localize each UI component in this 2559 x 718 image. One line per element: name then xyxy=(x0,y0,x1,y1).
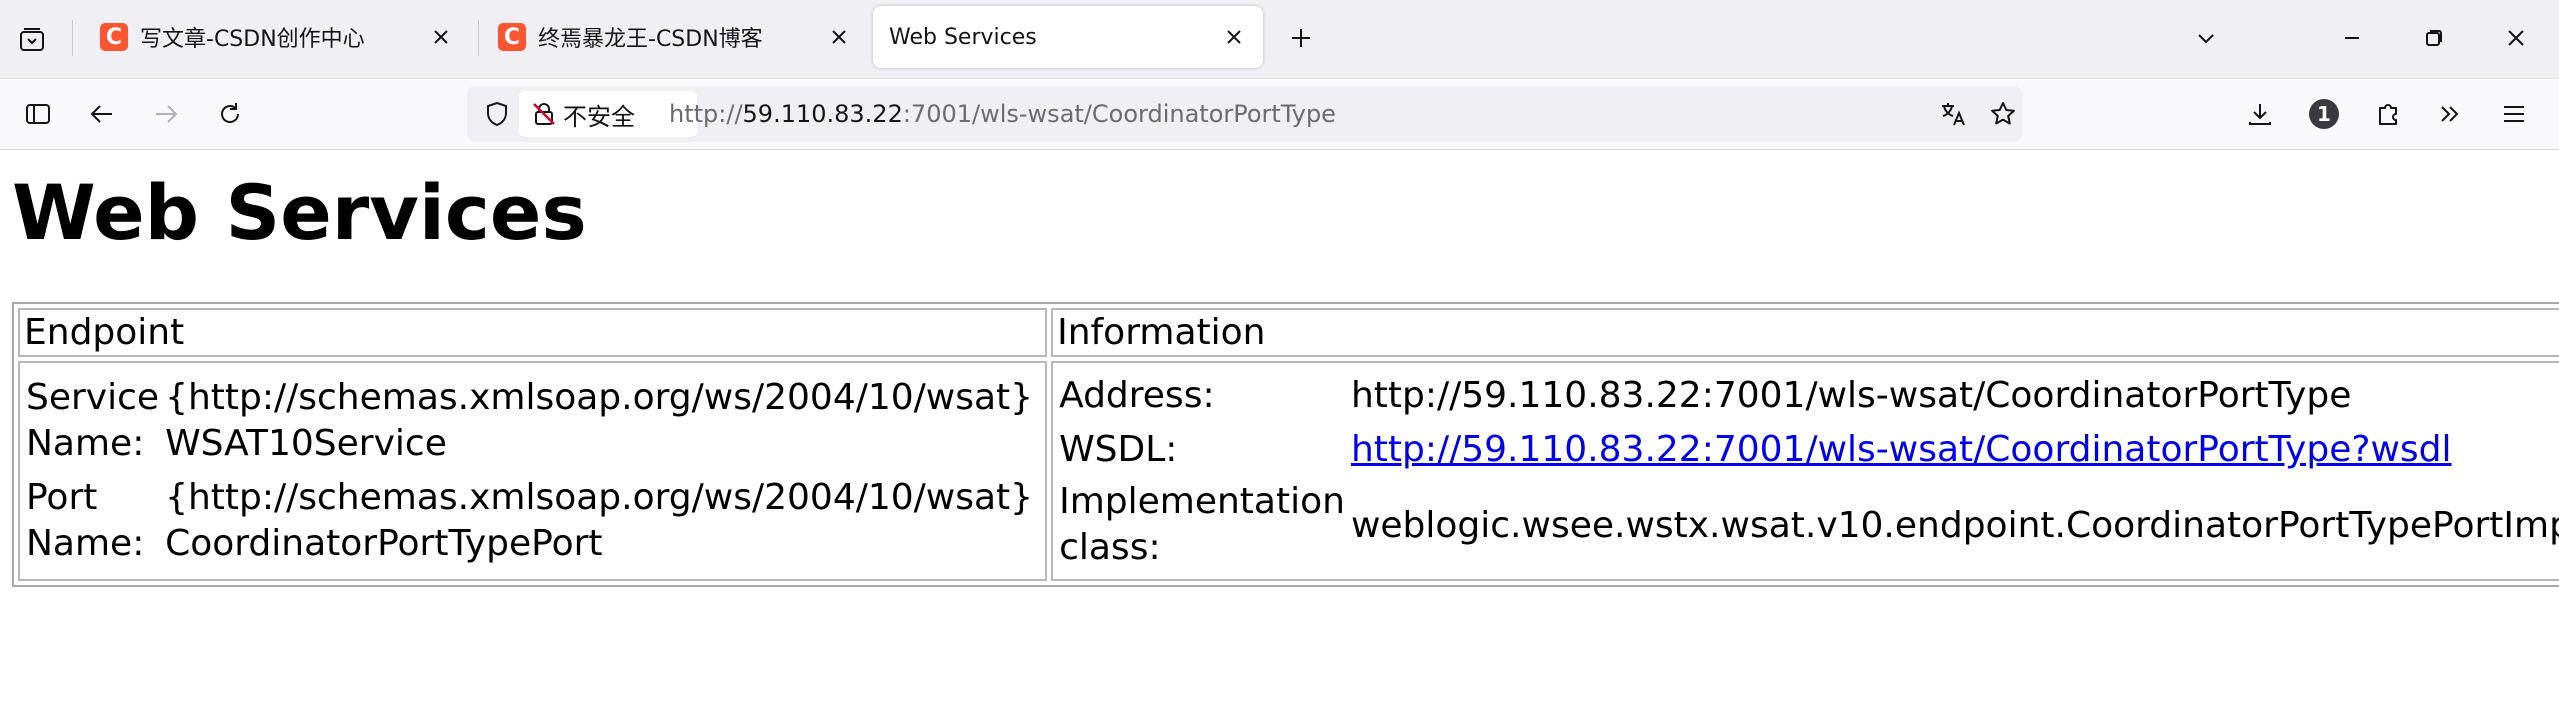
close-tab-icon[interactable] xyxy=(426,22,456,52)
tab-csdn-blog[interactable]: C 终焉暴龙王-CSDN博客 xyxy=(478,6,868,68)
port-name-value: {http://schemas.xmlsoap.org/ws/2004/10/w… xyxy=(165,469,1039,569)
tab-strip: C 写文章-CSDN创作中心 C 终焉暴龙王-CSDN博客 Web Servic… xyxy=(0,0,2559,79)
web-services-table: Endpoint Information Service Name: {http… xyxy=(12,302,2559,587)
information-details: Address: http://59.110.83.22:7001/wls-ws… xyxy=(1059,369,2559,573)
page-title: Web Services xyxy=(12,168,587,257)
overflow-chevron-icon[interactable] xyxy=(2430,94,2470,134)
sidebar-toggle-icon[interactable] xyxy=(18,94,58,134)
url-path: :7001/wls-wsat/CoordinatorPortType xyxy=(902,100,1336,128)
port-name-row: Port Name: {http://schemas.xmlsoap.org/w… xyxy=(26,469,1039,569)
forward-icon[interactable] xyxy=(146,94,186,134)
restore-icon[interactable] xyxy=(2414,18,2454,58)
close-window-icon[interactable] xyxy=(2496,18,2536,58)
label-line: class: xyxy=(1059,527,1161,568)
password-manager-extension-icon[interactable]: 1 xyxy=(2304,94,2344,134)
hamburger-menu-icon[interactable] xyxy=(2494,94,2534,134)
address-bar[interactable]: 不安全 http://59.110.83.22:7001/wls-wsat/Co… xyxy=(467,86,2022,142)
url-scheme: http:// xyxy=(669,100,743,128)
implementation-label: Implementation class: xyxy=(1059,477,1351,573)
service-name-row: Service Name: {http://schemas.xmlsoap.or… xyxy=(26,373,1039,469)
navigation-toolbar: 不安全 http://59.110.83.22:7001/wls-wsat/Co… xyxy=(0,79,2559,150)
close-tab-icon[interactable] xyxy=(824,22,854,52)
csdn-favicon-icon: C xyxy=(498,23,526,51)
url-host: 59.110.83.22 xyxy=(742,100,903,128)
back-icon[interactable] xyxy=(82,94,122,134)
tab-web-services[interactable]: Web Services xyxy=(873,6,1263,68)
service-local-name: WSAT10Service xyxy=(165,423,447,464)
label-line: Service xyxy=(26,377,160,418)
label-line: Name: xyxy=(26,423,145,464)
label-line: Implementation xyxy=(1059,481,1345,522)
port-local-name: CoordinatorPortTypePort xyxy=(165,523,603,564)
column-header-endpoint: Endpoint xyxy=(18,308,1048,357)
tab-title: Web Services xyxy=(889,24,1037,50)
port-name-label: Port Name: xyxy=(26,469,165,569)
wsdl-label: WSDL: xyxy=(1059,429,1178,470)
label-line: Name: xyxy=(26,523,145,564)
insecure-label: 不安全 xyxy=(563,102,635,131)
close-tab-icon[interactable] xyxy=(1219,22,1249,52)
column-header-information: Information xyxy=(1051,308,2559,357)
csdn-favicon-icon: C xyxy=(100,23,128,51)
wsdl-row: WSDL: http://59.110.83.22:7001/wls-wsat/… xyxy=(1059,423,2559,477)
endpoint-details: Service Name: {http://schemas.xmlsoap.or… xyxy=(26,373,1039,569)
table-header-row: Endpoint Information xyxy=(18,308,2559,357)
service-namespace: {http://schemas.xmlsoap.org/ws/2004/10/w… xyxy=(165,377,1034,418)
port-namespace: {http://schemas.xmlsoap.org/ws/2004/10/w… xyxy=(165,477,1034,518)
tab-title: 写文章-CSDN创作中心 xyxy=(140,27,365,52)
information-cell: Address: http://59.110.83.22:7001/wls-ws… xyxy=(1051,361,2559,581)
reload-icon[interactable] xyxy=(210,94,250,134)
page-content: Web Services Endpoint Information Servic… xyxy=(0,150,2559,718)
wsdl-link[interactable]: http://59.110.83.22:7001/wls-wsat/Coordi… xyxy=(1351,429,2452,470)
downloads-icon[interactable] xyxy=(2240,94,2280,134)
minimize-icon[interactable] xyxy=(2332,18,2372,58)
service-name-value: {http://schemas.xmlsoap.org/ws/2004/10/w… xyxy=(165,373,1039,469)
list-all-tabs-icon[interactable] xyxy=(2186,18,2226,58)
address-value: http://59.110.83.22:7001/wls-wsat/Coordi… xyxy=(1350,375,2352,416)
extension-badge: 1 xyxy=(2309,99,2339,129)
new-tab-button[interactable] xyxy=(1283,20,1319,56)
label-line: Port xyxy=(26,477,98,518)
translate-icon[interactable] xyxy=(1935,96,1971,132)
service-name-label: Service Name: xyxy=(26,373,165,469)
implementation-row: Implementation class: weblogic.wsee.wstx… xyxy=(1059,477,2559,573)
bookmark-star-icon[interactable] xyxy=(1985,96,2021,132)
tab-title: 终焉暴龙王-CSDN博客 xyxy=(538,27,763,52)
insecure-lock-icon xyxy=(531,101,557,127)
table-row: Service Name: {http://schemas.xmlsoap.or… xyxy=(18,361,2559,581)
address-label: Address: xyxy=(1059,375,1215,416)
address-row: Address: http://59.110.83.22:7001/wls-ws… xyxy=(1059,369,2559,423)
tab-csdn-editor[interactable]: C 写文章-CSDN创作中心 xyxy=(80,6,470,68)
extensions-puzzle-icon[interactable] xyxy=(2368,94,2408,134)
endpoint-cell: Service Name: {http://schemas.xmlsoap.or… xyxy=(18,361,1048,581)
tab-separator xyxy=(72,20,73,56)
tracking-protection-shield-icon[interactable] xyxy=(479,96,515,132)
implementation-value: weblogic.wsee.wstx.wsat.v10.endpoint.Coo… xyxy=(1350,504,2559,546)
url-text[interactable]: http://59.110.83.22:7001/wls-wsat/Coordi… xyxy=(669,86,1336,142)
tab-list-icon[interactable] xyxy=(14,22,50,58)
